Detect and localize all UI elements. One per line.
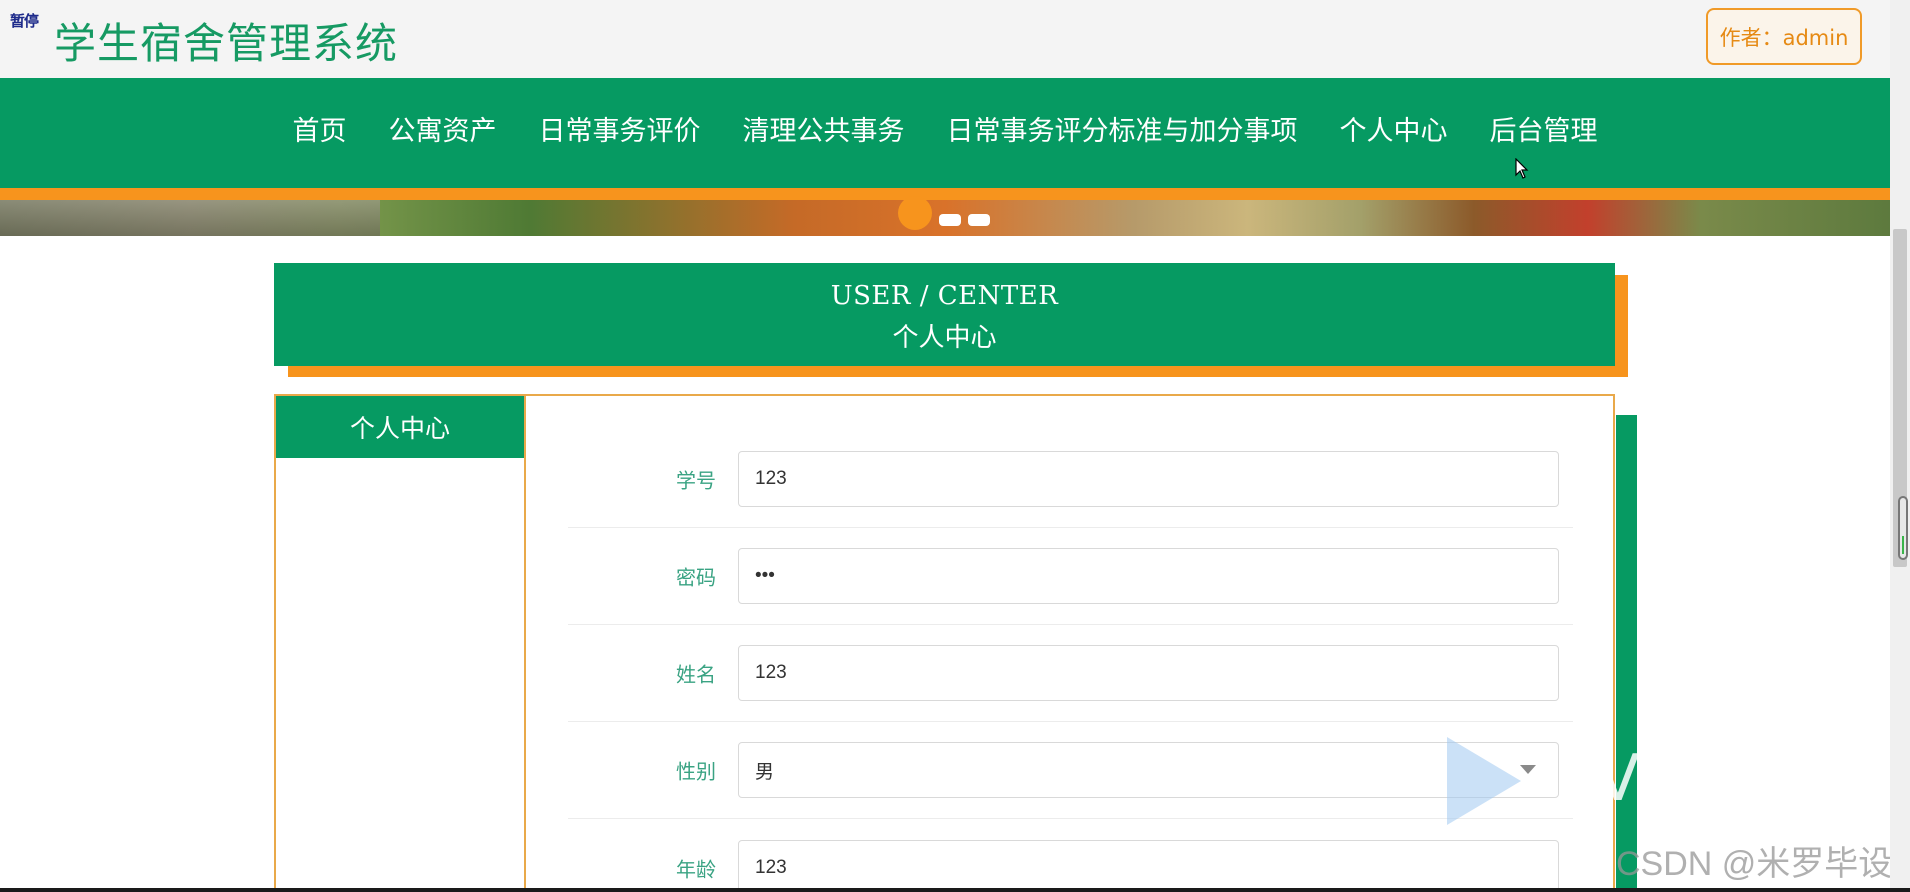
section-title-cn: 个人中心 [892, 323, 997, 353]
sidebar: 个人中心 [276, 396, 526, 892]
decorative-stripe [1616, 415, 1637, 892]
form-row-name: 姓名 123 [568, 625, 1573, 722]
nav-item-personal-center[interactable]: 个人中心 [1319, 109, 1469, 148]
section-title-en: USER / CENTER [830, 281, 1059, 311]
nav-item-admin[interactable]: 后台管理 [1469, 109, 1619, 148]
nav-accent-bar [0, 188, 1890, 200]
top-header: 暂停 学生宿舍管理系统 作者：admin [0, 0, 1890, 78]
nav-item-home[interactable]: 首页 [272, 109, 368, 148]
author-button[interactable]: 作者：admin [1706, 8, 1862, 65]
pause-tag: 暂停 [10, 12, 39, 30]
sidebar-item-personal-center[interactable]: 个人中心 [276, 396, 524, 458]
nav-list: 首页 公寓资产 日常事务评价 清理公共事务 日常事务评分标准与加分事项 个人中心… [0, 78, 1890, 178]
student-id-label: 学号 [676, 468, 716, 493]
student-id-input[interactable]: 123 [738, 451, 1559, 507]
form-row-student-id: 学号 123 [568, 431, 1573, 528]
gender-select[interactable]: 男 [738, 742, 1559, 798]
gender-label: 性别 [676, 759, 716, 784]
watermark-letter: V [1596, 742, 1640, 816]
password-input[interactable]: ••• [738, 548, 1559, 604]
scroll-indicator-icon [1898, 496, 1908, 560]
mouse-cursor-icon [1515, 158, 1529, 179]
chevron-down-icon [1520, 765, 1536, 774]
password-label: 密码 [676, 565, 716, 590]
nav-item-daily-evaluation[interactable]: 日常事务评价 [518, 109, 722, 148]
form-row-gender: 性别 男 [568, 722, 1573, 819]
content-frame: 个人中心 学号 123 密码 ••• 姓名 123 性别 男 年龄 123 [274, 394, 1615, 892]
carousel-dot[interactable] [939, 214, 961, 226]
nav-item-scoring-standards[interactable]: 日常事务评分标准与加分事项 [926, 109, 1319, 148]
carousel-dot-active[interactable] [898, 196, 932, 230]
age-input[interactable]: 123 [738, 839, 1559, 892]
nav-item-public-cleaning[interactable]: 清理公共事务 [722, 109, 926, 148]
age-label: 年龄 [676, 857, 716, 881]
csdn-watermark: CSDN @米罗毕设 [1616, 845, 1893, 883]
form-row-password: 密码 ••• [568, 528, 1573, 625]
form-row-age: 年龄 123 [568, 819, 1573, 892]
name-label: 姓名 [676, 662, 716, 687]
section-title: USER / CENTER 个人中心 [274, 263, 1615, 366]
video-play-watermark-icon [1447, 737, 1521, 825]
site-title: 学生宿舍管理系统 [54, 19, 399, 68]
nav-item-dorm-assets[interactable]: 公寓资产 [368, 109, 518, 148]
name-input[interactable]: 123 [738, 645, 1559, 701]
banner-image [0, 200, 380, 236]
carousel-dot[interactable] [968, 214, 990, 226]
gender-select-value: 男 [755, 761, 775, 783]
window-bottom-edge [0, 888, 1910, 892]
